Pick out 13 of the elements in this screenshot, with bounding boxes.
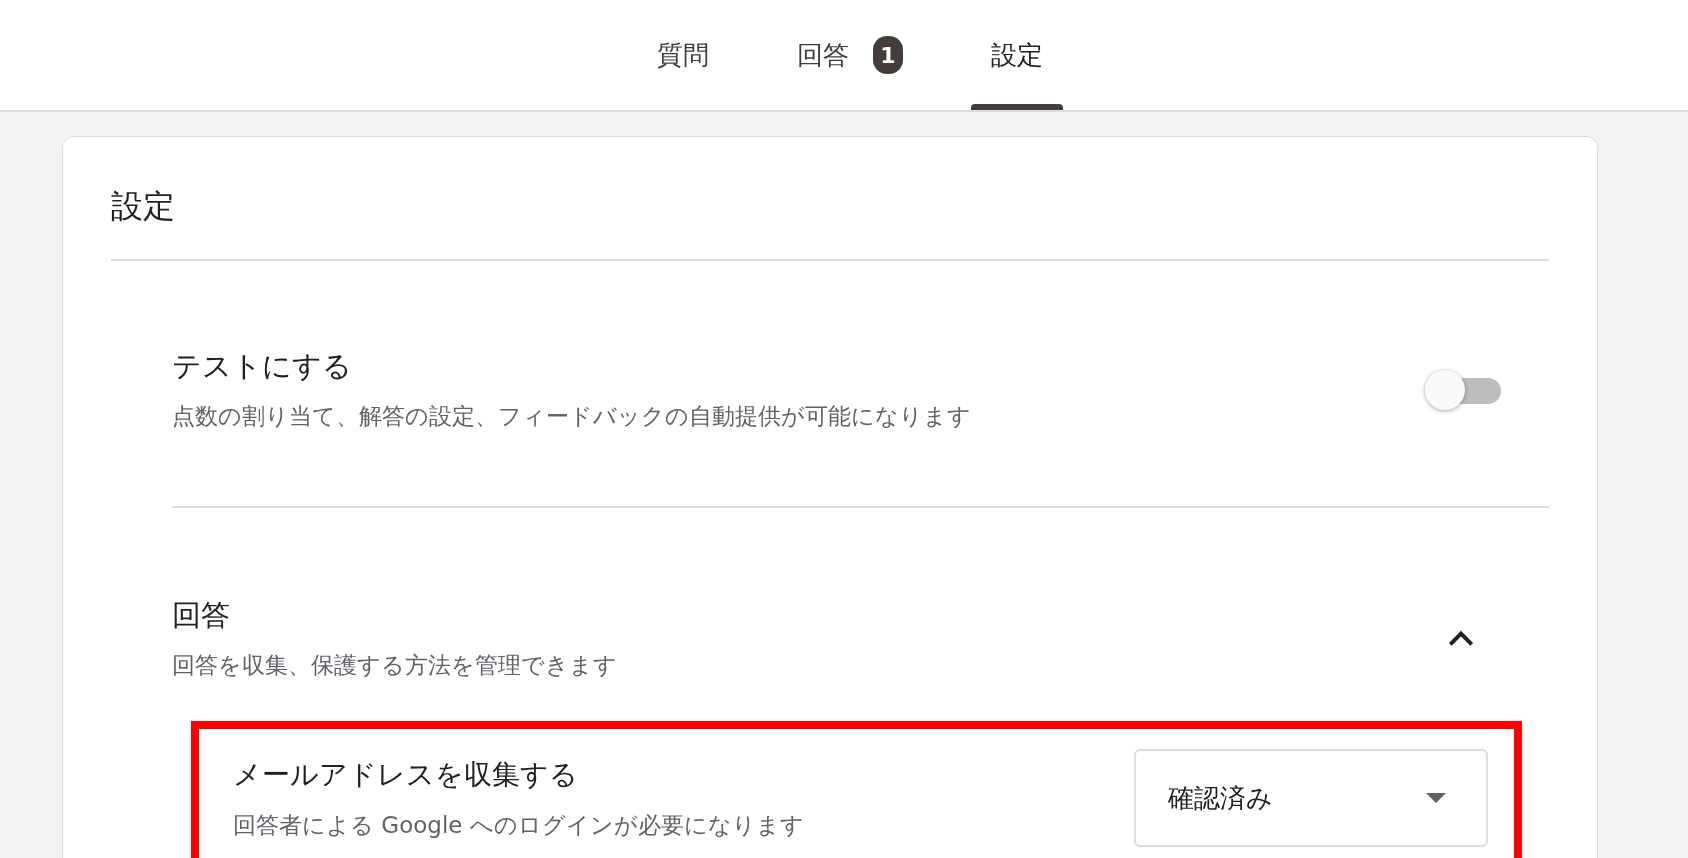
tab[interactable]: 回答 1 <box>777 0 923 110</box>
setting-title: テストにする <box>172 348 353 385</box>
count-badge: 1 <box>873 36 903 74</box>
setting-description: 点数の割り当て、解答の設定、フィードバックの自動提供が可能になります <box>172 402 971 431</box>
tab[interactable]: 設定 <box>971 0 1063 110</box>
dropdown[interactable]: 確認済み <box>1134 749 1488 847</box>
tab[interactable]: 質問 <box>637 0 729 110</box>
setting-title: メールアドレスを収集する <box>233 756 579 793</box>
setting-description: 回答を収集、保護する方法を管理できます <box>172 651 617 680</box>
setting-description: 回答者による Google へのログインが必要になります <box>233 810 804 840</box>
section-title: 設定 <box>111 186 176 227</box>
setting-title: 回答 <box>172 597 231 634</box>
caret-icon <box>1426 793 1446 803</box>
